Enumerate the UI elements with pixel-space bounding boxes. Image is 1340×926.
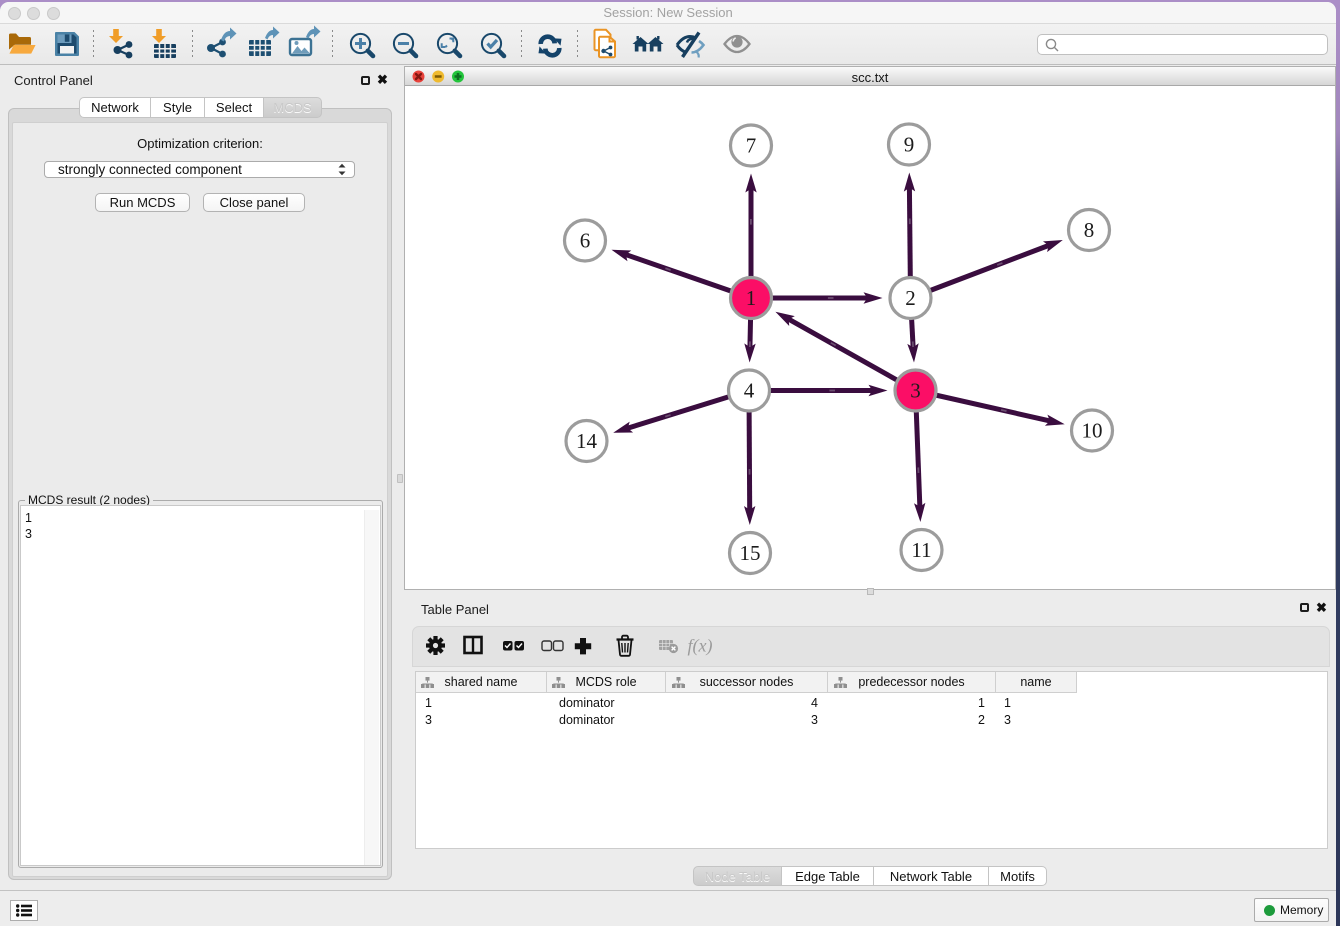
svg-text:3: 3 xyxy=(910,378,921,402)
svg-text:2: 2 xyxy=(905,286,916,310)
svg-text:11: 11 xyxy=(911,538,931,562)
svg-text:4: 4 xyxy=(744,378,755,402)
svg-text:14: 14 xyxy=(576,429,598,453)
svg-text:15: 15 xyxy=(740,541,761,565)
svg-text:10: 10 xyxy=(1082,418,1103,442)
svg-text:9: 9 xyxy=(904,132,915,156)
svg-text:1: 1 xyxy=(746,286,757,310)
svg-text:6: 6 xyxy=(580,228,591,252)
svg-text:8: 8 xyxy=(1084,218,1095,242)
svg-text:7: 7 xyxy=(746,133,757,157)
svg-text:f(x): f(x) xyxy=(688,636,713,657)
